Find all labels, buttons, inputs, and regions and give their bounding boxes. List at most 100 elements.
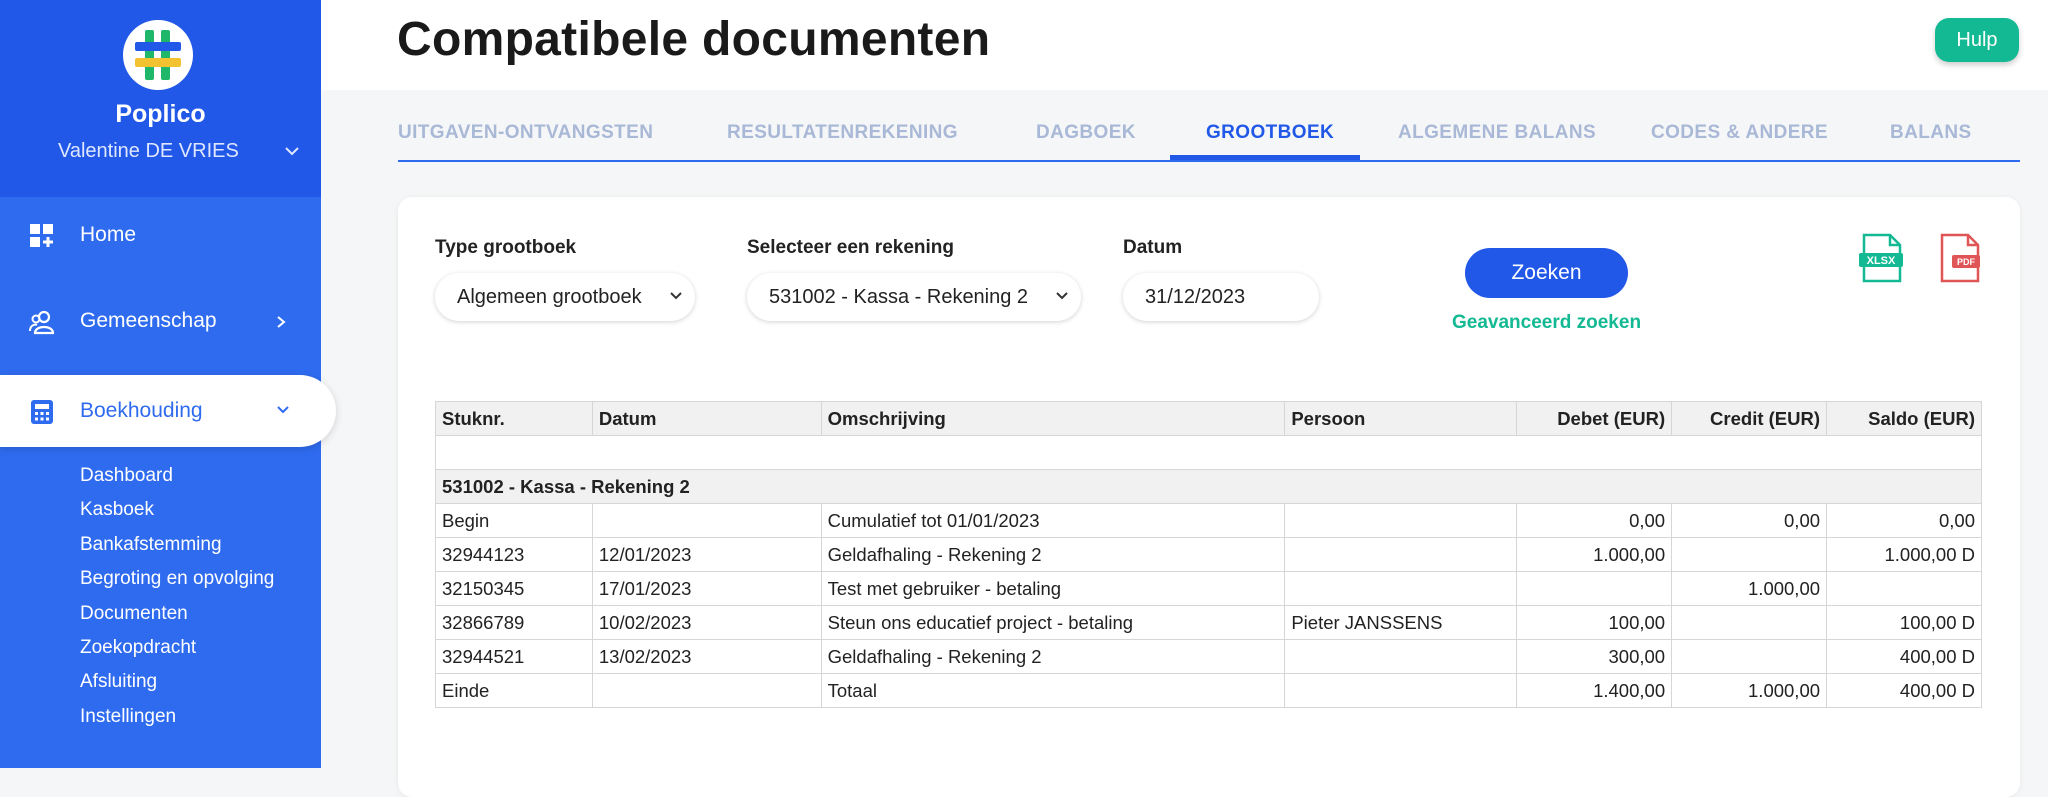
cell-persoon — [1284, 537, 1518, 572]
type-grootboek-select[interactable]: Algemeen grootboek — [435, 273, 695, 321]
col-header-omschrijving[interactable]: Omschrijving — [820, 401, 1286, 436]
page-title: Compatibele documenten — [397, 13, 991, 66]
cell-omschrijving: Steun ons educatief project - betaling — [820, 605, 1286, 640]
cell-saldo: 400,00 D — [1826, 673, 1982, 708]
user-name[interactable]: Valentine DE VRIES — [58, 140, 239, 163]
cell-debet: 300,00 — [1516, 639, 1673, 674]
cell-datum — [591, 503, 822, 538]
submenu-item-begroting[interactable]: Begroting en opvolging — [80, 565, 274, 599]
xlsx-label: XLSX — [1867, 255, 1896, 267]
pdf-export-icon[interactable]: PDF — [1936, 233, 1982, 283]
cell-omschrijving: Geldafhaling - Rekening 2 — [820, 639, 1286, 674]
cell-persoon — [1284, 571, 1518, 606]
tab-balans[interactable]: BALANS — [1890, 122, 1972, 144]
col-header-datum[interactable]: Datum — [591, 401, 822, 436]
account-value: 531002 - Kassa - Rekening 2 — [769, 285, 1029, 308]
col-header-persoon[interactable]: Persoon — [1284, 401, 1518, 436]
submenu-item-zoekopdracht[interactable]: Zoekopdracht — [80, 634, 274, 668]
cell-stuknr: 32866789 — [435, 605, 593, 640]
col-header-debet[interactable]: Debet (EUR) — [1516, 401, 1673, 436]
table-header-row: Stuknr. Datum Omschrijving Persoon Debet… — [435, 401, 1982, 436]
spacer-cell — [435, 435, 1982, 470]
cell-omschrijving: Test met gebruiker - betaling — [820, 571, 1286, 606]
brand-name: Poplico — [115, 100, 206, 128]
report-tabs: UITGAVEN-ONTVANGSTEN RESULTATENREKENING … — [398, 108, 2020, 162]
type-grootboek-value: Algemeen grootboek — [457, 285, 642, 308]
table-row: Einde Totaal 1.400,00 1.000,00 400,00 D — [435, 673, 1982, 708]
cell-credit — [1671, 639, 1828, 674]
submenu-item-afsluiting[interactable]: Afsluiting — [80, 668, 274, 702]
chevron-down-icon[interactable] — [284, 146, 300, 156]
cell-saldo — [1826, 571, 1982, 606]
calculator-icon — [31, 400, 53, 424]
cell-persoon: Pieter JANSSENS — [1284, 605, 1518, 640]
cell-stuknr: Einde — [435, 673, 593, 708]
cell-stuknr: Begin — [435, 503, 593, 538]
cell-credit — [1671, 605, 1828, 640]
cell-datum: 12/01/2023 — [591, 537, 822, 572]
cell-datum: 17/01/2023 — [591, 571, 822, 606]
cell-persoon — [1284, 639, 1518, 674]
cell-debet: 100,00 — [1516, 605, 1673, 640]
table-row: 32150345 17/01/2023 Test met gebruiker -… — [435, 571, 1982, 606]
sidebar: Poplico Valentine DE VRIES Home Gemeensc… — [0, 0, 336, 768]
group-title: 531002 - Kassa - Rekening 2 — [435, 469, 1982, 504]
tab-dagboek[interactable]: DAGBOEK — [1036, 122, 1136, 144]
brand-logo[interactable] — [123, 20, 193, 90]
tab-codes-andere[interactable]: CODES & ANDERE — [1651, 122, 1828, 144]
cell-debet — [1516, 571, 1673, 606]
dashboard-grid-icon — [30, 224, 53, 247]
pdf-label: PDF — [1957, 257, 1976, 267]
date-label: Datum — [1123, 237, 1183, 258]
advanced-search-link[interactable]: Geavanceerd zoeken — [1452, 312, 1641, 334]
cell-credit: 0,00 — [1671, 503, 1828, 538]
sidebar-item-gemeenschap[interactable]: Gemeenschap — [0, 285, 321, 357]
cell-datum: 13/02/2023 — [591, 639, 822, 674]
cell-omschrijving: Cumulatief tot 01/01/2023 — [820, 503, 1286, 538]
cell-stuknr: 32944123 — [435, 537, 593, 572]
submenu-item-instellingen[interactable]: Instellingen — [80, 703, 274, 737]
tab-resultatenrekening[interactable]: RESULTATENREKENING — [727, 122, 958, 144]
tab-uitgaven-ontvangsten[interactable]: UITGAVEN-ONTVANGSTEN — [398, 122, 653, 144]
type-grootboek-label: Type grootboek — [435, 237, 577, 258]
date-value: 31/12/2023 — [1145, 285, 1246, 308]
sidebar-item-label: Boekhouding — [80, 399, 203, 422]
col-header-saldo[interactable]: Saldo (EUR) — [1826, 401, 1982, 436]
submenu-item-documenten[interactable]: Documenten — [80, 600, 274, 634]
submenu-item-bankafstemming[interactable]: Bankafstemming — [80, 531, 274, 565]
table-row: 32866789 10/02/2023 Steun ons educatief … — [435, 605, 1982, 640]
sidebar-item-home[interactable]: Home — [0, 199, 321, 271]
col-header-credit[interactable]: Credit (EUR) — [1671, 401, 1828, 436]
account-select[interactable]: 531002 - Kassa - Rekening 2 — [747, 273, 1081, 321]
table-row: 32944521 13/02/2023 Geldafhaling - Reken… — [435, 639, 1982, 674]
submenu-item-dashboard[interactable]: Dashboard — [80, 462, 274, 496]
xlsx-export-icon[interactable]: XLSX — [1858, 233, 1904, 283]
cell-saldo: 100,00 D — [1826, 605, 1982, 640]
submenu-item-kasboek[interactable]: Kasboek — [80, 496, 274, 530]
cell-credit: 1.000,00 — [1671, 571, 1828, 606]
tab-grootboek[interactable]: GROOTBOEK — [1206, 122, 1334, 144]
cell-omschrijving: Geldafhaling - Rekening 2 — [820, 537, 1286, 572]
ledger-table: Stuknr. Datum Omschrijving Persoon Debet… — [435, 401, 1982, 708]
cell-debet: 1.000,00 — [1516, 537, 1673, 572]
users-icon — [29, 310, 55, 335]
sidebar-item-label: Home — [80, 223, 137, 246]
tab-algemene-balans[interactable]: ALGEMENE BALANS — [1398, 122, 1596, 144]
chevron-down-icon — [670, 292, 682, 300]
cell-credit: 1.000,00 — [1671, 673, 1828, 708]
active-tab-indicator — [1170, 155, 1360, 160]
cell-stuknr: 32150345 — [435, 571, 593, 606]
table-spacer-row — [435, 435, 1982, 470]
col-header-stuknr[interactable]: Stuknr. — [435, 401, 593, 436]
cell-stuknr: 32944521 — [435, 639, 593, 674]
search-button[interactable]: Zoeken — [1465, 248, 1628, 298]
date-input[interactable]: 31/12/2023 — [1123, 273, 1319, 321]
help-button[interactable]: Hulp — [1935, 18, 2019, 62]
account-label: Selecteer een rekening — [747, 237, 954, 258]
cell-debet: 0,00 — [1516, 503, 1673, 538]
cell-debet: 1.400,00 — [1516, 673, 1673, 708]
sidebar-item-boekhouding[interactable]: Boekhouding — [0, 375, 336, 447]
cell-saldo: 0,00 — [1826, 503, 1982, 538]
boekhouding-submenu: Dashboard Kasboek Bankafstemming Begroti… — [80, 462, 274, 737]
chevron-down-icon — [1056, 292, 1068, 300]
